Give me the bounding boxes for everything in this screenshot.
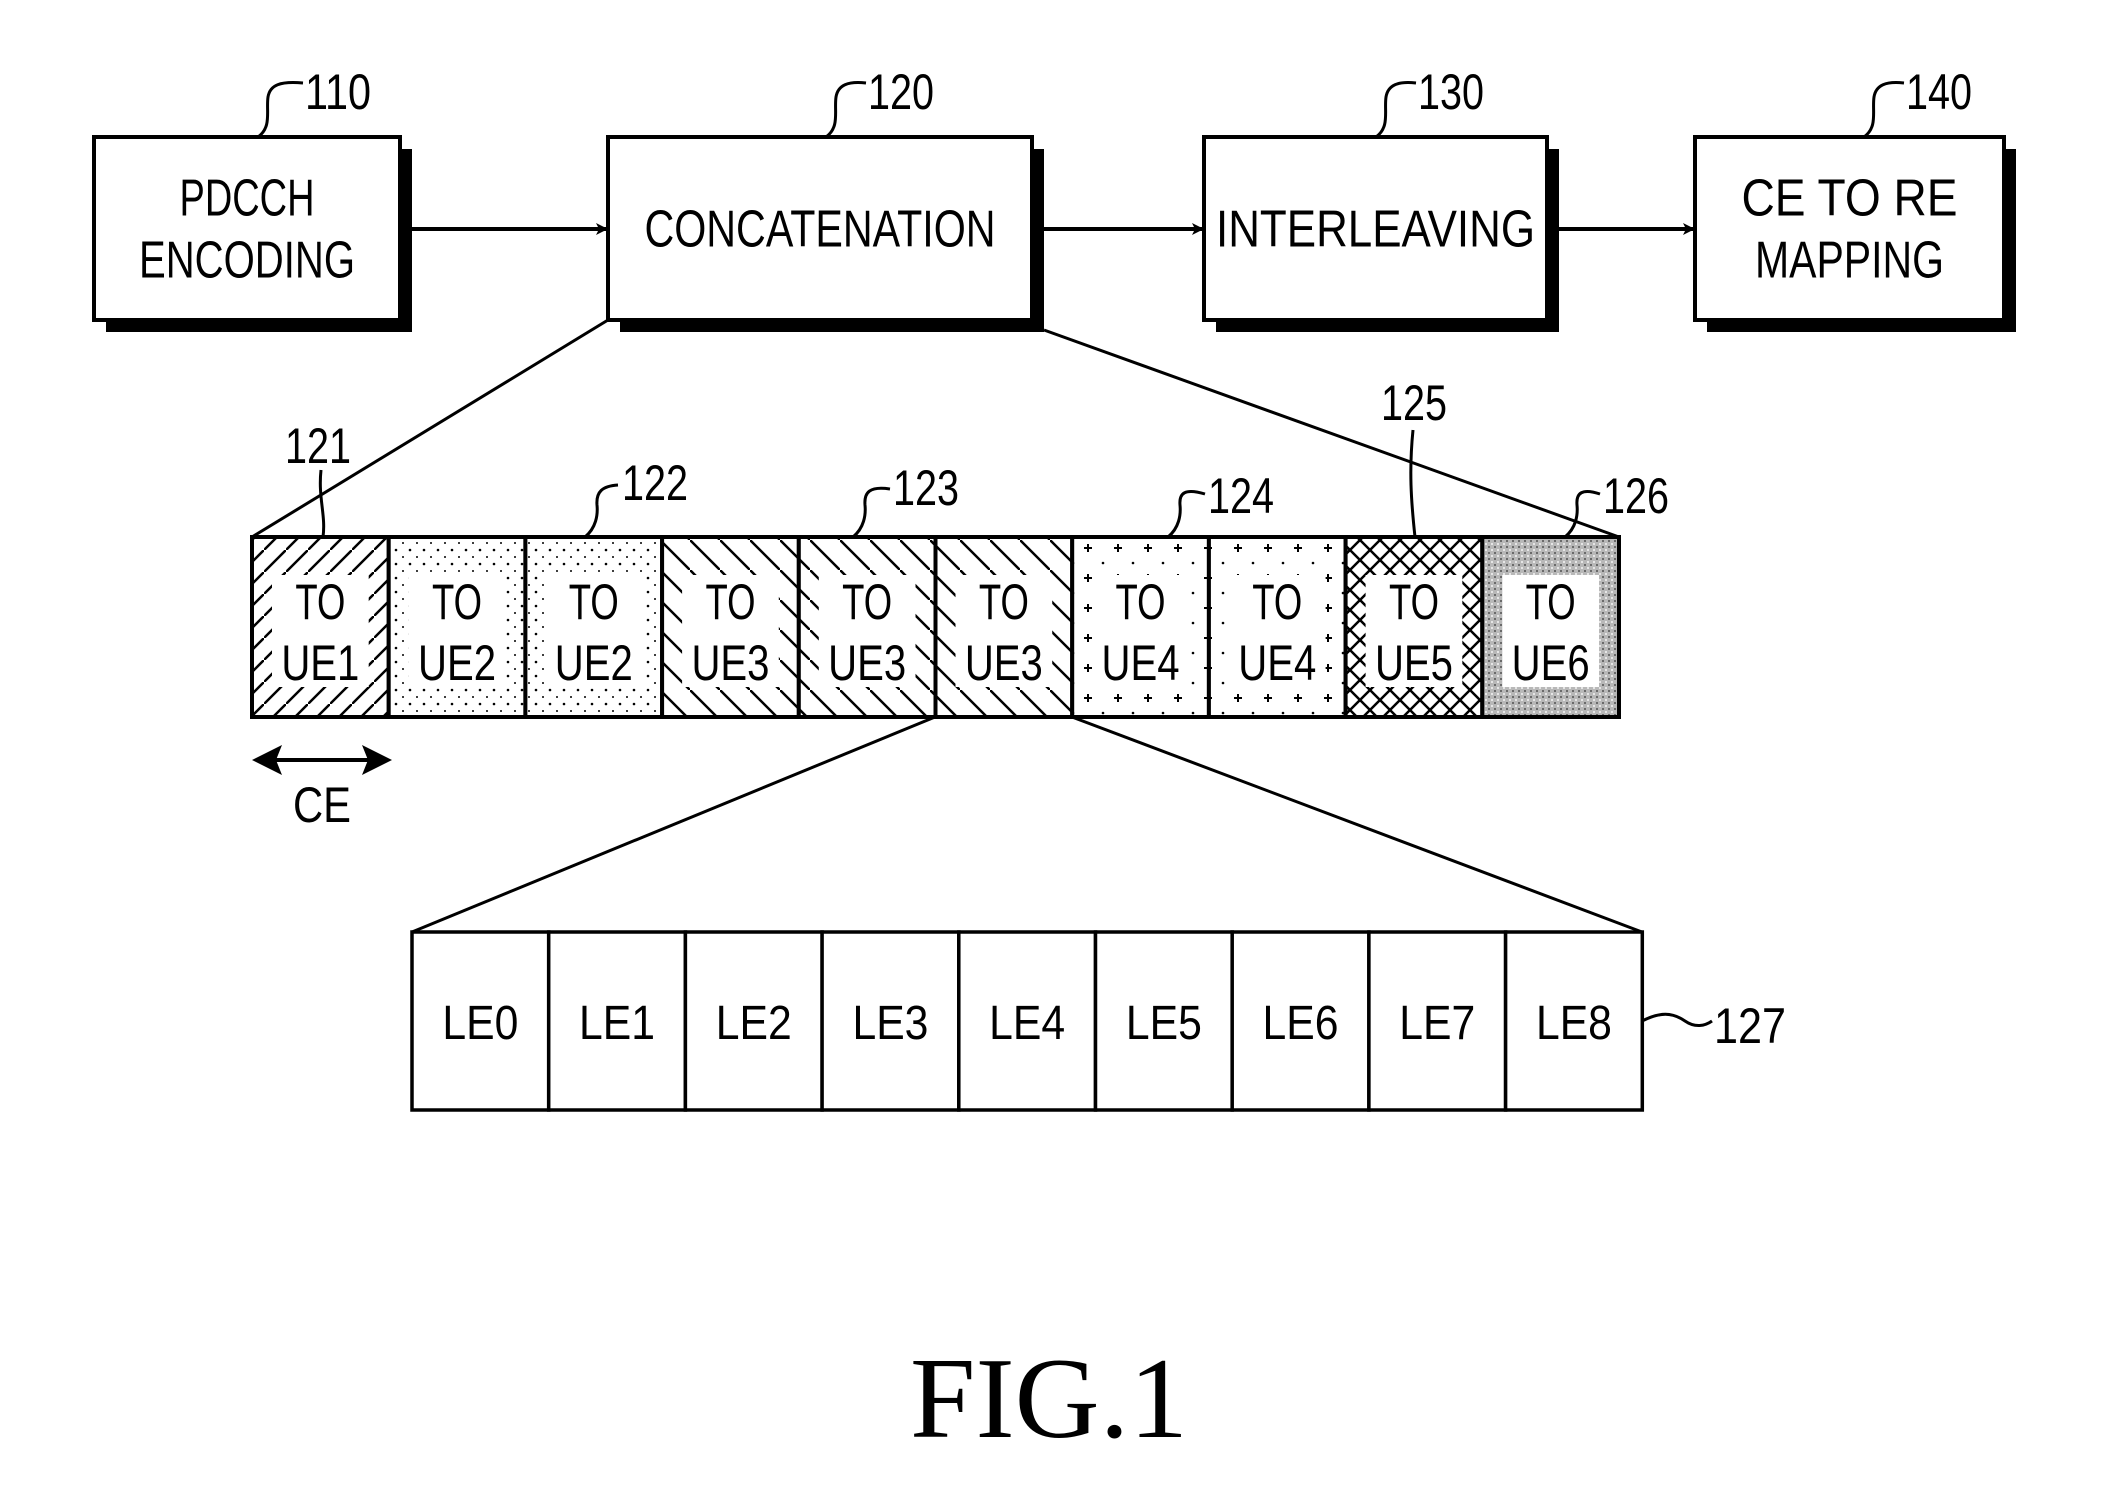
block-130: INTERLEAVING 130: [1202, 64, 1559, 332]
block-120: CONCATENATION 120: [606, 64, 1044, 332]
block-label-line: MAPPING: [1755, 232, 1944, 290]
block-label-line: ENCODING: [139, 232, 355, 290]
reference-label-127: 127: [1714, 998, 1786, 1054]
le-cell-label: LE7: [1399, 997, 1475, 1050]
leader-126: [1563, 490, 1601, 539]
ue-cell: TOUE6: [1480, 535, 1622, 719]
ue-ref-126: 126: [1563, 468, 1669, 539]
le-cell-label: LE0: [442, 997, 518, 1050]
block-label-line: INTERLEAVING: [1216, 201, 1535, 259]
fig1-diagram: PDCCHENCODING 110 CONCATENATION 120 INTERLEA…: [92, 64, 2016, 1463]
cell-label-line1: TO: [432, 574, 482, 630]
cell-label-line1: TO: [1252, 574, 1302, 630]
le-cell-label: LE6: [1263, 997, 1339, 1050]
leader-125: [1409, 429, 1417, 538]
reference-label-120: 120: [868, 64, 934, 120]
le-cell-label: LE2: [716, 997, 792, 1050]
control-element-strip: TOUE1TOUE2TOUE2TOUE3TOUE3TOUE3TOUE4TOUE4…: [250, 535, 1622, 719]
cell-label-line2: UE6: [1512, 635, 1590, 691]
ue-cell: TOUE2: [523, 535, 665, 719]
le-cell: LE8: [1503, 930, 1645, 1112]
le-cell: LE6: [1230, 930, 1371, 1112]
leader-130: [1375, 81, 1417, 139]
le-cell: LE5: [1093, 930, 1234, 1112]
leader-123: [851, 486, 891, 539]
le-cell-label: LE1: [579, 997, 655, 1050]
le-cell: LE3: [820, 930, 961, 1112]
block-box: [1693, 135, 2006, 322]
ue-cell: TOUE4: [1206, 535, 1348, 719]
cell-label-line2: UE4: [1102, 635, 1180, 691]
leader-110: [257, 81, 304, 139]
reference-label-124: 124: [1208, 468, 1274, 524]
cell-label-line1: TO: [842, 574, 892, 630]
leader-121: [318, 469, 326, 538]
processing-blocks: PDCCHENCODING 110 CONCATENATION 120 INTERLEA…: [92, 64, 2016, 332]
le-cell-label: LE8: [1536, 997, 1612, 1050]
reference-label-123: 123: [893, 460, 959, 516]
le-reference: 127: [1641, 998, 1786, 1054]
cell-label-line2: UE5: [1375, 635, 1453, 691]
leader-140: [1863, 81, 1905, 139]
block-box: [92, 135, 402, 322]
ue-ref-123: 123: [851, 460, 959, 539]
figure-caption: FIG.1: [910, 1335, 1188, 1463]
cell-label-line1: TO: [1389, 574, 1439, 630]
reference-label-110: 110: [305, 64, 371, 120]
cell-label-line1: TO: [1116, 574, 1166, 630]
le-cell: LE4: [957, 930, 1098, 1112]
ue-cell: TOUE3: [660, 535, 801, 719]
cell-label-line2: UE2: [418, 635, 496, 691]
ue-cell: TOUE3: [796, 535, 938, 719]
le-cell-label: LE3: [852, 997, 928, 1050]
le-cell: LE2: [683, 930, 824, 1112]
block-label-line: CE TO RE: [1742, 170, 1958, 228]
reference-label-122: 122: [622, 455, 688, 511]
logical-element-row: LE0 LE1 LE2 LE3 LE4 LE5 LE6 LE7 LE8: [410, 930, 1645, 1112]
ue-cell: TOUE2: [386, 535, 528, 719]
expand-le-right: [1071, 715, 1643, 934]
ue-cell: TOUE5: [1343, 535, 1485, 719]
block-110: PDCCHENCODING 110: [92, 64, 412, 332]
ue-cell: TOUE4: [1070, 535, 1211, 719]
ce-width-indicator: CE: [252, 745, 392, 833]
cell-label-line1: TO: [569, 574, 619, 630]
cell-label-line2: UE2: [555, 635, 633, 691]
expand-line-right: [1043, 328, 1620, 539]
le-cell: LE7: [1367, 930, 1508, 1112]
cell-label-line1: TO: [1526, 574, 1576, 630]
reference-label-121: 121: [285, 418, 351, 474]
cell-label-line2: UE3: [691, 635, 769, 691]
leader-120: [825, 81, 867, 139]
reference-label-140: 140: [1906, 64, 1972, 120]
block-label-line: CONCATENATION: [645, 201, 996, 259]
reference-label-126: 126: [1603, 468, 1669, 524]
ue-cell: TOUE1: [250, 535, 391, 719]
le-cell-label: LE4: [989, 997, 1065, 1050]
reference-label-125: 125: [1381, 375, 1447, 431]
cell-label-line1: TO: [979, 574, 1029, 630]
strip-reference-labels: 121 122 123 124 125 126: [285, 375, 1669, 539]
ce-label: CE: [293, 777, 351, 833]
cell-label-line2: UE4: [1238, 635, 1316, 691]
ue-ref-121: 121: [285, 418, 351, 538]
block-140: CE TO REMAPPING 140: [1693, 64, 2016, 332]
cell-label-line1: TO: [705, 574, 755, 630]
block-label-line: PDCCH: [180, 170, 315, 228]
ue-cell: TOUE3: [933, 535, 1075, 719]
le-cell-label: LE5: [1126, 997, 1202, 1050]
leader-122: [583, 483, 619, 539]
cell-label-line2: UE3: [965, 635, 1043, 691]
cell-label-line1: TO: [295, 574, 345, 630]
expand-le-left: [411, 715, 936, 934]
leader-127: [1641, 1012, 1713, 1027]
cell-label-line2: UE1: [281, 635, 359, 691]
le-cell: LE0: [410, 930, 551, 1112]
ue-ref-124: 124: [1166, 468, 1274, 539]
reference-label-130: 130: [1418, 64, 1484, 120]
ue-ref-122: 122: [583, 455, 688, 539]
cell-label-line2: UE3: [828, 635, 906, 691]
leader-124: [1166, 490, 1206, 539]
le-cell: LE1: [546, 930, 688, 1112]
